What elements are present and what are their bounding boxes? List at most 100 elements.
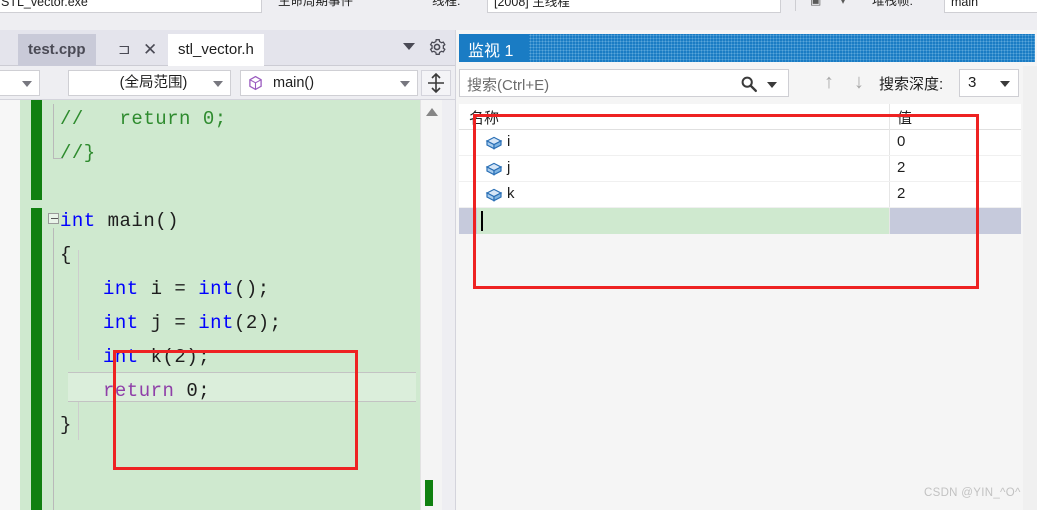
code-token: {	[60, 244, 72, 266]
code-token: ();	[233, 278, 270, 300]
watch-new-row[interactable]	[459, 208, 1021, 234]
code-token: j =	[138, 312, 199, 334]
watch-panel: 监视 1 搜索(Ctrl+E) ↑ ↓ 搜索深度: 3 名称 值 i 0 j 2…	[455, 30, 1037, 510]
watch-row-name[interactable]: j	[507, 159, 510, 176]
member-combo[interactable]: main()	[240, 70, 418, 96]
stackframe-label: 堆栈帧:	[872, 0, 913, 8]
watch-row-value[interactable]: 2	[897, 159, 905, 176]
stack-frame-icon[interactable]: ▣	[810, 0, 821, 7]
text-caret	[481, 211, 483, 231]
search-next-button[interactable]: ↓	[846, 70, 872, 96]
column-header-name[interactable]: 名称	[469, 107, 499, 128]
gear-icon[interactable]	[428, 38, 446, 61]
close-icon[interactable]: ✕	[143, 34, 157, 66]
project-combo[interactable]	[0, 70, 40, 96]
code-line: int i = int();	[103, 278, 270, 300]
thread-combo[interactable]: [2008] 主线程	[487, 0, 781, 13]
code-line: {	[60, 244, 72, 266]
search-depth-value: 3	[968, 74, 977, 91]
code-token: //}	[60, 142, 96, 164]
code-token: int	[103, 278, 139, 300]
member-value: main()	[273, 75, 315, 91]
watch-row[interactable]: i0	[459, 130, 1021, 156]
code-line: // return 0;	[60, 108, 227, 130]
split-view-icon[interactable]	[421, 70, 451, 96]
code-token: return	[103, 380, 175, 402]
new-row-value-cell	[890, 208, 1021, 234]
watch-grid-header: 名称 值	[459, 104, 1021, 130]
watch-row-name[interactable]: i	[507, 133, 510, 150]
code-token: i =	[138, 278, 199, 300]
search-placeholder: 搜索(Ctrl+E)	[467, 77, 550, 94]
indent-guide	[78, 250, 79, 360]
code-line: }	[60, 414, 72, 436]
search-depth-label: 搜索深度:	[879, 76, 944, 93]
thread-label: 线程:	[432, 0, 461, 8]
document-tab-well: test.cpp ⊐ ✕ stl_vector.h	[0, 30, 455, 66]
code-line: return 0;	[103, 380, 210, 402]
code-token: }	[60, 414, 72, 436]
watch-row-name[interactable]: k	[507, 185, 515, 202]
fold-guide	[53, 104, 54, 158]
magnifier-icon[interactable]	[740, 75, 758, 98]
row-gutter	[459, 208, 477, 234]
chevron-down-icon	[400, 81, 410, 87]
fold-toggle-main[interactable]	[48, 213, 59, 224]
code-token: // return 0;	[60, 108, 227, 130]
scope-combo[interactable]: (全局范围)	[68, 70, 231, 96]
variable-cube-icon	[485, 161, 503, 182]
chevron-down-icon	[1000, 81, 1010, 87]
code-token: 0;	[174, 380, 211, 402]
watch-row[interactable]: j2	[459, 156, 1021, 182]
editor-vertical-scrollbar[interactable]	[420, 100, 442, 510]
visual-studio-window: STL_vector.exe 生命周期事件 线程: [2008] 主线程 ▣ ▾…	[0, 0, 1037, 510]
search-input[interactable]: 搜索(Ctrl+E)	[459, 69, 789, 97]
lifecycle-events-label: 生命周期事件	[278, 0, 354, 8]
code-line: int j = int(2);	[103, 312, 282, 334]
pin-icon[interactable]: ⊐	[118, 34, 131, 66]
stack-frame-chevron-icon[interactable]: ▾	[840, 0, 846, 7]
watch-row-value[interactable]: 0	[897, 133, 905, 150]
tab-stl-vector-h[interactable]: stl_vector.h	[168, 34, 264, 66]
chevron-down-icon[interactable]	[403, 43, 415, 50]
fold-guide	[53, 228, 54, 510]
chevron-down-icon	[22, 81, 32, 87]
watch-grid[interactable]: 名称 值 i0j2k2	[459, 104, 1021, 234]
change-indicator-bar	[31, 208, 42, 510]
editor-right-edge	[442, 100, 455, 510]
chevron-down-icon	[213, 81, 223, 87]
title-drag-grip[interactable]	[529, 34, 1035, 62]
watch-row[interactable]: k2	[459, 182, 1021, 208]
scroll-change-marker	[425, 480, 433, 506]
new-expression-input[interactable]	[477, 208, 889, 234]
code-line: int main()	[60, 210, 179, 232]
code-token: int	[103, 312, 139, 334]
code-line: int k(2);	[103, 346, 210, 368]
code-line: //}	[60, 142, 96, 164]
variable-cube-icon	[485, 187, 503, 208]
watch-row-value[interactable]: 2	[897, 185, 905, 202]
watermark: CSDN @YIN_^O^	[924, 487, 1021, 499]
scroll-up-icon[interactable]	[426, 108, 438, 116]
code-token: main()	[95, 210, 180, 232]
search-previous-button[interactable]: ↑	[816, 70, 842, 96]
code-token: k(2);	[138, 346, 211, 368]
watch-vertical-scrollbar[interactable]	[1023, 66, 1037, 510]
code-editor[interactable]: // return 0;//} int main(){int i = int();…	[0, 100, 455, 510]
code-token: int	[198, 278, 234, 300]
code-token: (2);	[233, 312, 282, 334]
stackframe-combo[interactable]: main	[944, 0, 1037, 13]
method-cube-icon	[247, 75, 264, 95]
change-indicator-bar	[31, 100, 42, 200]
process-combo[interactable]: STL_vector.exe	[0, 0, 262, 13]
search-depth-combo[interactable]: 3	[959, 69, 1019, 97]
code-token: int	[198, 312, 234, 334]
code-token: int	[60, 210, 96, 232]
code-token: int	[103, 346, 139, 368]
search-options-chevron-icon[interactable]	[767, 82, 777, 88]
column-header-value[interactable]: 值	[897, 107, 912, 128]
tab-test-cpp[interactable]: test.cpp	[18, 34, 96, 66]
debug-toolbar: STL_vector.exe 生命周期事件 线程: [2008] 主线程 ▣ ▾…	[0, 0, 1037, 16]
navigation-bar: (全局范围) main()	[0, 66, 455, 100]
watch-title-bar[interactable]: 监视 1	[459, 34, 1035, 62]
